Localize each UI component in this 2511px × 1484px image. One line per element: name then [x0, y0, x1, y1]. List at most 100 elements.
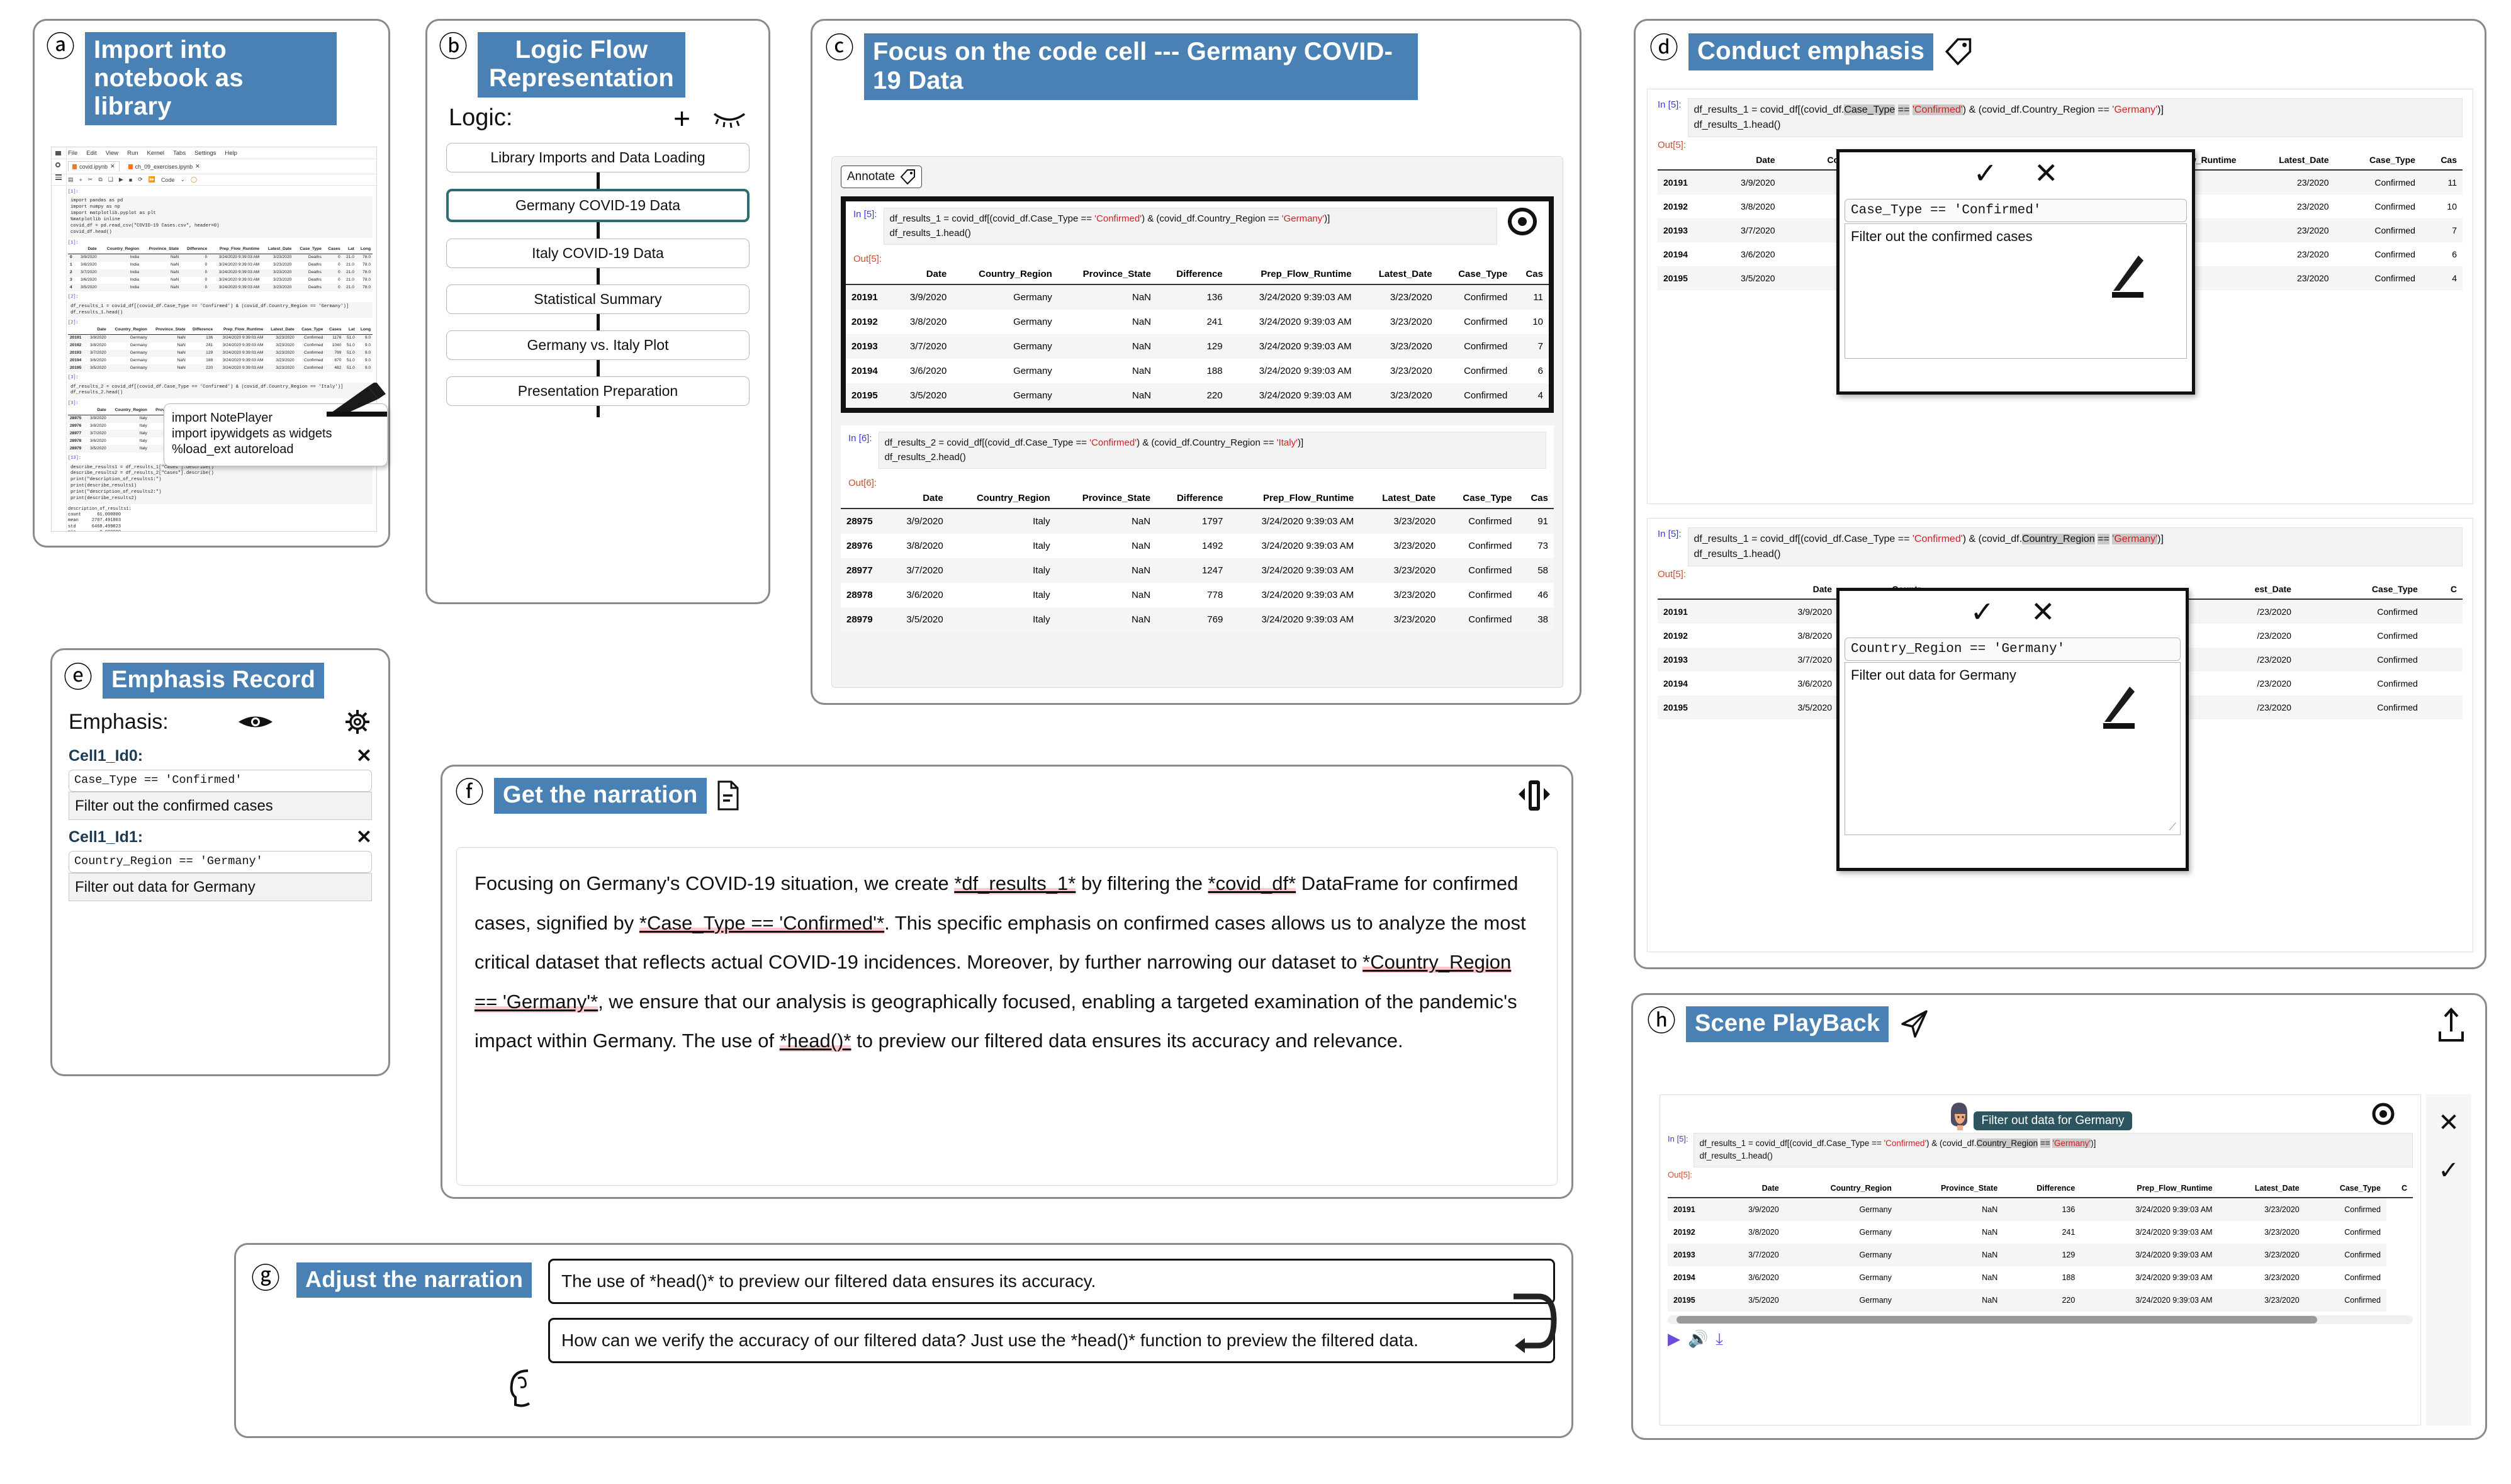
chevron-down-icon[interactable]: ⌄ — [180, 176, 185, 183]
record-0-close-icon[interactable]: ✕ — [356, 745, 372, 767]
code-cell-6[interactable]: In [6]: df_results_2 = covid_df[(covid_d… — [841, 425, 1554, 632]
volume-icon[interactable]: 🔊 — [1688, 1329, 1708, 1349]
flow-node-italy-covid-data[interactable]: Italy COVID-19 Data — [446, 238, 750, 268]
cell-5-code[interactable]: df_results_1 = covid_df[(covid_df.Case_T… — [883, 208, 1497, 245]
play-icon[interactable]: ▶ — [1668, 1329, 1680, 1349]
flow-node-germany-covid-data[interactable]: Germany COVID-19 Data — [446, 188, 750, 222]
scrollbar-thumb[interactable] — [1677, 1315, 2318, 1324]
table-row: 20192 3/8/2020 Germany NaN 241 3/24/2020 9:39… — [68, 342, 373, 350]
menu-edit[interactable]: Edit — [86, 150, 96, 157]
record-1-note-field[interactable]: Filter out data for Germany — [69, 873, 372, 902]
h-code[interactable]: df_results_1 = covid_df[(covid_df.Case_T… — [1693, 1133, 2413, 1167]
copy-icon[interactable]: ⧉ — [98, 176, 102, 183]
emphasis-dialog-1-code-field[interactable]: Case_Type == 'Confirmed' — [1845, 199, 2187, 222]
emphasis-dialog-case-type[interactable]: ✓ ✕ Case_Type == 'Confirmed' Filter out … — [1836, 149, 2195, 395]
menu-settings[interactable]: Settings — [194, 150, 216, 157]
document-icon[interactable] — [717, 780, 739, 811]
record-0-note-field[interactable]: Filter out the confirmed cases — [69, 791, 372, 821]
revised-narration-box[interactable]: How can we verify the accuracy of our fi… — [548, 1318, 1555, 1363]
paste-icon[interactable]: ❏ — [108, 176, 113, 183]
d-bot-code[interactable]: df_results_1 = covid_df[(covid_df.Case_T… — [1687, 527, 2463, 566]
notebook-toolbar[interactable]: ▤ + ✂ ⧉ ❏ ▶ ■ ⟳ ⏩ Code ⌄ ◯ — [52, 174, 376, 186]
menu-help[interactable]: Help — [225, 150, 237, 157]
record-1-close-icon[interactable]: ✕ — [356, 826, 372, 848]
original-narration-box[interactable]: The use of *head()* to preview our filte… — [548, 1259, 1555, 1304]
tab-covid-ipynb[interactable]: covid.ipynb ✕ — [68, 161, 120, 172]
gear-icon[interactable] — [343, 707, 372, 736]
cell-13-code[interactable]: describe_results1 = df_results_1["Cases"… — [68, 463, 373, 504]
cell: 9.0 — [356, 334, 373, 342]
cell: Germany — [108, 334, 149, 342]
cell: 3/23/2020 — [261, 284, 294, 292]
emphasis-dialog-2-note-field[interactable]: Filter out data for Germany ⟋ — [1845, 662, 2181, 835]
resize-handle[interactable]: ⟋ — [2169, 822, 2176, 833]
accept-check-icon-2[interactable]: ✓ — [1970, 597, 1994, 626]
send-paper-plane-icon[interactable] — [1899, 1008, 1930, 1039]
playback-reject-icon[interactable]: ✕ — [2438, 1108, 2459, 1137]
emphasis-dialog-1-note-field[interactable]: Filter out the confirmed cases — [1845, 223, 2187, 359]
record-0-code-field[interactable]: Case_Type == 'Confirmed' — [69, 770, 372, 792]
d-bot-in-label: In [5]: — [1658, 529, 1682, 539]
folder-icon[interactable] — [55, 151, 61, 155]
stop-icon[interactable]: ■ — [129, 177, 132, 183]
eye-open-icon-h[interactable] — [2369, 1103, 2398, 1125]
add-cell-icon[interactable]: + — [79, 177, 82, 183]
code-cell-5[interactable]: In [5]: df_results_1 = covid_df[(covid_d… — [841, 196, 1554, 413]
export-upload-icon[interactable] — [2434, 1006, 2469, 1045]
tab-close-icon[interactable]: ✕ — [110, 163, 115, 170]
eye-closed-icon[interactable] — [712, 109, 747, 128]
flow-node-statistical-summary[interactable]: Statistical Summary — [446, 284, 750, 314]
cell: 3/24/2020 9:39:03 AM — [1228, 284, 1357, 310]
annotate-button[interactable]: Annotate — [841, 166, 923, 188]
panel-label-a: ⓐ — [46, 30, 75, 64]
cell-6-code[interactable]: df_results_2 = covid_df[(covid_df.Case_T… — [878, 432, 1546, 469]
narration-text[interactable]: Focusing on Germany's COVID-19 situation… — [456, 847, 1558, 1186]
restart-run-all-icon[interactable]: ⏩ — [149, 176, 155, 183]
playback-accept-icon[interactable]: ✓ — [2438, 1156, 2459, 1185]
menu-view[interactable]: View — [106, 150, 118, 157]
d-top-code[interactable]: df_results_1 = covid_df[(covid_df.Case_T… — [1687, 98, 2463, 137]
toc-icon[interactable] — [55, 174, 62, 176]
eye-open-icon[interactable] — [1503, 208, 1541, 235]
run-icon[interactable]: ▶ — [119, 176, 123, 183]
restart-icon[interactable]: ⟳ — [138, 176, 143, 183]
add-logic-button[interactable]: + — [673, 104, 690, 133]
reject-cross-icon[interactable]: ✕ — [2034, 159, 2059, 188]
cell: 51.0 — [343, 349, 357, 357]
table-row: 0 3/9/2020 India NaN 0 3/24/2020 9:39:03 AM 3/… — [68, 254, 373, 262]
cell: 9.0 — [356, 349, 373, 357]
tab-ch09-exercises-ipynb[interactable]: ch_09_exercises.ipynb ✕ — [125, 161, 204, 172]
row-index: 28979 — [841, 607, 889, 632]
running-icon[interactable] — [55, 162, 60, 167]
reject-cross-icon-2[interactable]: ✕ — [2031, 597, 2055, 626]
flow-node-library-imports[interactable]: Library Imports and Data Loading — [446, 142, 750, 172]
tab-close-icon-2[interactable]: ✕ — [195, 163, 200, 170]
accept-check-icon[interactable]: ✓ — [1973, 159, 1997, 188]
row-index: 20194 — [1663, 249, 1688, 259]
cell-1-code[interactable]: import pandas as pd import numpy as np i… — [68, 196, 373, 238]
emphasis-dialog-2-code-field[interactable]: Country_Region == 'Germany' — [1845, 638, 2181, 661]
panel-label-f: ⓕ — [455, 775, 484, 809]
cell-type-select[interactable]: Code — [161, 177, 175, 183]
idx-header-3 — [68, 407, 86, 415]
save-icon[interactable]: ▤ — [68, 176, 74, 183]
cut-icon[interactable]: ✂ — [88, 176, 93, 183]
record-1-code-field[interactable]: Country_Region == 'Germany' — [69, 851, 372, 874]
cell-2-code[interactable]: df_results_1 = covid_df[(covid_df.Case_T… — [68, 301, 373, 318]
eye-open-icon-e[interactable] — [237, 711, 274, 733]
flow-node-germany-vs-italy-plot[interactable]: Germany vs. Italy Plot — [446, 330, 750, 360]
horizontal-scrollbar[interactable] — [1668, 1315, 2413, 1324]
emphasis-dialog-country-region[interactable]: ✓ ✕ Country_Region == 'Germany' Filter o… — [1836, 588, 2189, 871]
notebook-menubar[interactable]: File Edit View Run Kernel Tabs Settings … — [52, 147, 376, 159]
menu-run[interactable]: Run — [127, 150, 138, 157]
menu-kernel[interactable]: Kernel — [147, 150, 164, 157]
flow-node-presentation-preparation[interactable]: Presentation Preparation — [446, 376, 750, 406]
menu-tabs[interactable]: Tabs — [173, 150, 186, 157]
cell: NaN — [1057, 383, 1157, 408]
flow-connector-4 — [596, 313, 600, 330]
cell: 78.0 — [362, 278, 371, 282]
speaker-play-icon[interactable] — [1512, 778, 1556, 813]
menu-file[interactable]: File — [68, 150, 77, 157]
download-icon[interactable]: ⤓ — [1716, 1329, 1723, 1349]
tag-icon-d[interactable] — [1943, 37, 1972, 66]
